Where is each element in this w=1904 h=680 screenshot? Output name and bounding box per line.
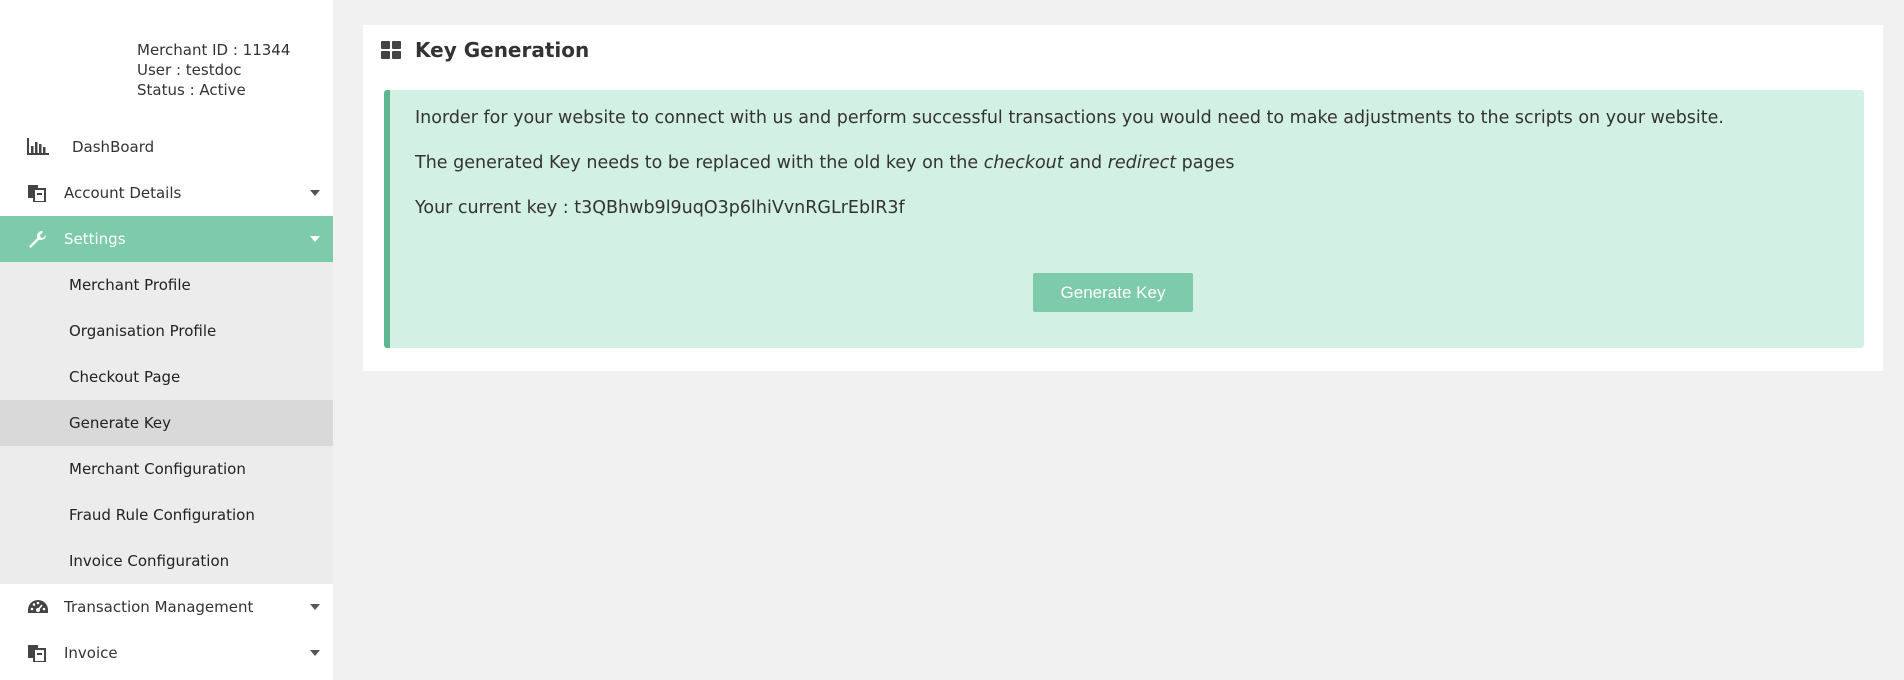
sidebar: Merchant ID : 11344 User : testdoc Statu…: [0, 0, 333, 680]
merchant-user: User : testdoc: [137, 61, 242, 79]
sidebar-item-label: Settings: [64, 230, 126, 248]
sidebar-item-dashboard[interactable]: DashBoard: [0, 124, 333, 170]
generate-key-button[interactable]: Generate Key: [1033, 273, 1193, 312]
sidebar-item-merchant-profile[interactable]: Merchant Profile: [0, 262, 333, 308]
page-title: Key Generation: [415, 38, 590, 62]
checkout-emphasis: checkout: [983, 153, 1064, 173]
merchant-status: Status : Active: [137, 81, 246, 99]
info-text-2-part: pages: [1176, 153, 1235, 173]
key-generation-panel: Key Generation Inorder for your website …: [363, 25, 1883, 371]
chevron-down-icon: [310, 604, 320, 610]
copy-icon: [28, 645, 46, 662]
key-info-alert: Inorder for your website to connect with…: [384, 90, 1864, 348]
redirect-emphasis: redirect: [1107, 153, 1177, 173]
info-text-2-part: The generated Key needs to be replaced w…: [415, 153, 984, 173]
chevron-down-icon: [310, 650, 320, 656]
info-text-1: Inorder for your website to connect with…: [415, 108, 1724, 128]
sidebar-item-fraud-rule-configuration[interactable]: Fraud Rule Configuration: [0, 492, 333, 538]
dashboard-gauge-icon: [28, 600, 48, 613]
sidebar-item-checkout-page[interactable]: Checkout Page: [0, 354, 333, 400]
sidebar-item-label: Account Details: [64, 184, 182, 202]
sidebar-item-merchant-configuration[interactable]: Merchant Configuration: [0, 446, 333, 492]
settings-submenu: Merchant Profile Organisation Profile Ch…: [0, 262, 333, 584]
sidebar-item-label: DashBoard: [72, 138, 155, 156]
chevron-down-icon: [310, 236, 320, 242]
bar-chart-icon: [27, 138, 49, 155]
current-key-text: Your current key : t3QBhwb9l9uqO3p6lhiVv…: [415, 198, 905, 218]
chevron-down-icon: [310, 190, 320, 196]
copy-icon: [28, 185, 46, 202]
sidebar-item-settings[interactable]: Settings: [0, 216, 333, 262]
grid-icon: [381, 41, 401, 59]
info-text-2: The generated Key needs to be replaced w…: [415, 153, 1234, 173]
sidebar-item-transaction-management[interactable]: Transaction Management: [0, 584, 333, 630]
wrench-icon: [29, 231, 46, 248]
sidebar-item-invoice[interactable]: Invoice: [0, 630, 333, 676]
sidebar-item-label: Transaction Management: [64, 598, 254, 616]
sidebar-item-account-details[interactable]: Account Details: [0, 170, 333, 216]
info-text-2-part: and: [1063, 153, 1108, 173]
merchant-info: Merchant ID : 11344 User : testdoc Statu…: [137, 40, 290, 100]
sidebar-nav: DashBoard Account Details Settings Merch…: [0, 124, 333, 676]
panel-title: Key Generation: [381, 38, 589, 62]
merchant-id: Merchant ID : 11344: [137, 41, 291, 59]
sidebar-item-generate-key[interactable]: Generate Key: [0, 400, 333, 446]
sidebar-item-label: Invoice: [64, 644, 118, 662]
sidebar-item-invoice-configuration[interactable]: Invoice Configuration: [0, 538, 333, 584]
sidebar-item-organisation-profile[interactable]: Organisation Profile: [0, 308, 333, 354]
